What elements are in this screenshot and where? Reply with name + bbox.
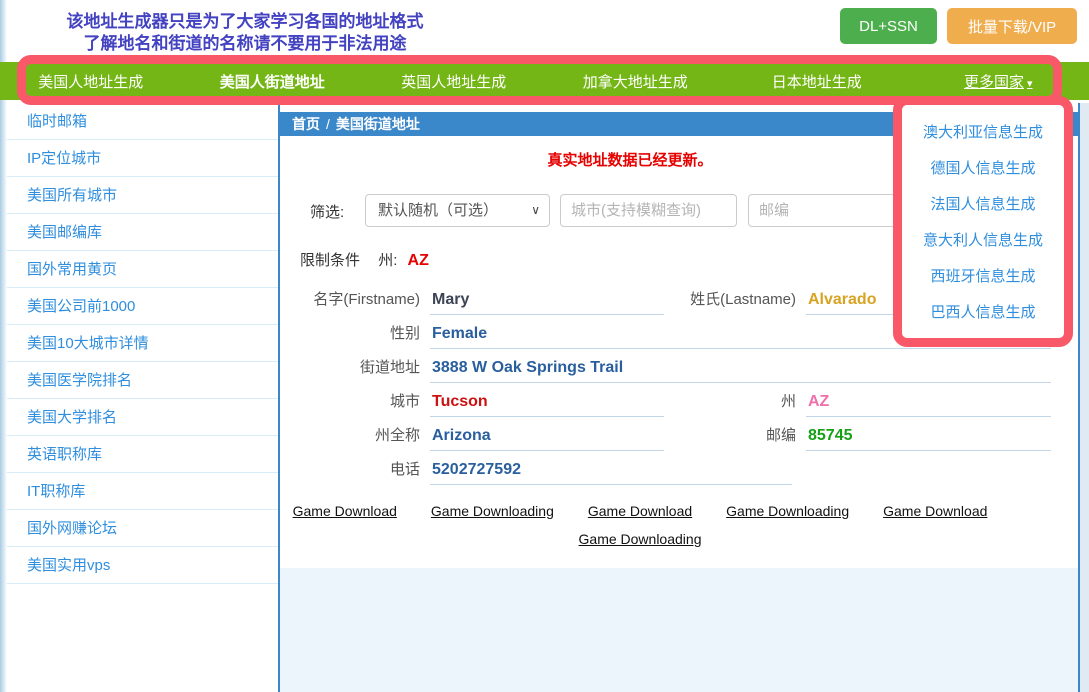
zip-input[interactable] [748,194,896,227]
phone-label: 电话 [300,455,430,489]
sidebar-item-ip-city[interactable]: IP定位城市 [7,140,278,177]
dropdown-item-germany[interactable]: 德国人信息生成 [902,151,1064,187]
sidebar-item-it-titles[interactable]: IT职称库 [7,473,278,510]
sidebar-item-medical-ranking[interactable]: 美国医学院排名 [7,362,278,399]
nav-item-canada-address[interactable]: 加拿大地址生成 [545,71,727,92]
lastname-label: 姓氏(Lastname) [678,285,806,319]
game-links: Game Download Game Downloading Game Down… [280,503,1000,559]
constraint-label: 限制条件 [300,252,360,269]
nav-item-us-address[interactable]: 美国人地址生成 [0,71,182,92]
sidebar-item-forum[interactable]: 国外网赚论坛 [7,510,278,547]
firstname-label: 名字(Firstname) [300,285,430,319]
content-footer-area [280,568,1078,692]
disclaimer-line2: 了解地名和街道的名称请不要用于非法用途 [25,33,465,55]
zip-field[interactable]: 85745 [806,421,1051,451]
breadcrumb-current: 美国街道地址 [336,116,420,132]
state-field[interactable]: AZ [806,387,1051,417]
dropdown-item-australia[interactable]: 澳大利亚信息生成 [902,115,1064,151]
chevron-down-icon: ▾ [1027,77,1033,90]
constraint-state-label: 州: [378,252,397,269]
breadcrumb-separator: / [320,116,336,132]
dropdown-item-spain[interactable]: 西班牙信息生成 [902,259,1064,295]
game-download-link[interactable]: Game Downloading [431,503,554,519]
select-chevron-icon: ∨ [531,195,540,226]
page-right-edge [1080,103,1089,692]
disclaimer-text: 该地址生成器只是为了大家学习各国的地址格式 了解地名和街道的名称请不要用于非法用… [25,11,465,55]
game-download-link[interactable]: Game Download [883,503,987,519]
dropdown-item-italy[interactable]: 意大利人信息生成 [902,223,1064,259]
sidebar-item-temp-mail[interactable]: 临时邮箱 [7,103,278,140]
street-field[interactable]: 3888 W Oak Springs Trail [430,353,1051,383]
state-label: 州 [678,387,806,421]
sidebar-item-us-vps[interactable]: 美国实用vps [7,547,278,584]
disclaimer-line1: 该地址生成器只是为了大家学习各国的地址格式 [25,11,465,33]
street-label: 街道地址 [300,353,430,387]
main-nav: 美国人地址生成 美国人街道地址 英国人地址生成 加拿大地址生成 日本地址生成 更… [0,62,1089,100]
gender-label: 性别 [300,319,430,353]
sidebar-item-us-cities[interactable]: 美国所有城市 [7,177,278,214]
nav-item-more-countries[interactable]: 更多国家▾ [908,71,1089,92]
nav-item-japan-address[interactable]: 日本地址生成 [726,71,908,92]
breadcrumb-home-link[interactable]: 首页 [292,116,320,132]
state-full-label: 州全称 [300,421,430,455]
sidebar-item-yellow-pages[interactable]: 国外常用黄页 [7,251,278,288]
sidebar: 临时邮箱 IP定位城市 美国所有城市 美国邮编库 国外常用黄页 美国公司前100… [7,103,278,692]
phone-field[interactable]: 5202727592 [430,455,792,485]
dropdown-item-france[interactable]: 法国人信息生成 [902,187,1064,223]
sidebar-item-us-zipcodes[interactable]: 美国邮编库 [7,214,278,251]
game-download-link[interactable]: Game Downloading [579,531,702,547]
game-download-link[interactable]: Game Download [588,503,692,519]
more-countries-label: 更多国家 [964,74,1024,91]
nav-item-us-street-address[interactable]: 美国人街道地址 [182,71,364,92]
dl-ssn-button[interactable]: DL+SSN [840,8,937,44]
random-mode-select[interactable]: 默认随机（可选） ∨ [365,194,550,227]
sidebar-item-us-10-cities[interactable]: 美国10大城市详情 [7,325,278,362]
city-label: 城市 [300,387,430,421]
page: 该地址生成器只是为了大家学习各国的地址格式 了解地名和街道的名称请不要用于非法用… [0,0,1089,692]
batch-download-vip-button[interactable]: 批量下载/VIP [947,8,1077,44]
zip-label: 邮编 [678,421,806,455]
filter-label: 筛选: [310,201,344,222]
city-input[interactable] [560,194,737,227]
dropdown-item-brazil[interactable]: 巴西人信息生成 [902,295,1064,331]
nav-item-uk-address[interactable]: 英国人地址生成 [363,71,545,92]
city-field[interactable]: Tucson [430,387,664,417]
page-left-edge [0,0,7,692]
constraint-state-value: AZ [408,252,429,269]
game-links-row2: Game Downloading [280,531,1000,547]
game-download-link[interactable]: Game Downloading [726,503,849,519]
more-countries-dropdown: 澳大利亚信息生成 德国人信息生成 法国人信息生成 意大利人信息生成 西班牙信息生… [893,96,1073,347]
sidebar-item-university-ranking[interactable]: 美国大学排名 [7,399,278,436]
sidebar-item-us-top1000[interactable]: 美国公司前1000 [7,288,278,325]
sidebar-item-english-titles[interactable]: 英语职称库 [7,436,278,473]
constraint-row: 限制条件 州: AZ [300,249,429,270]
state-full-field[interactable]: Arizona [430,421,664,451]
firstname-field[interactable]: Mary [430,285,664,315]
update-notice: 真实地址数据已经更新。 [280,149,980,170]
game-links-row1: Game Download Game Downloading Game Down… [280,503,1000,519]
game-download-link[interactable]: Game Download [293,503,397,519]
random-mode-select-value: 默认随机（可选） [378,202,498,219]
